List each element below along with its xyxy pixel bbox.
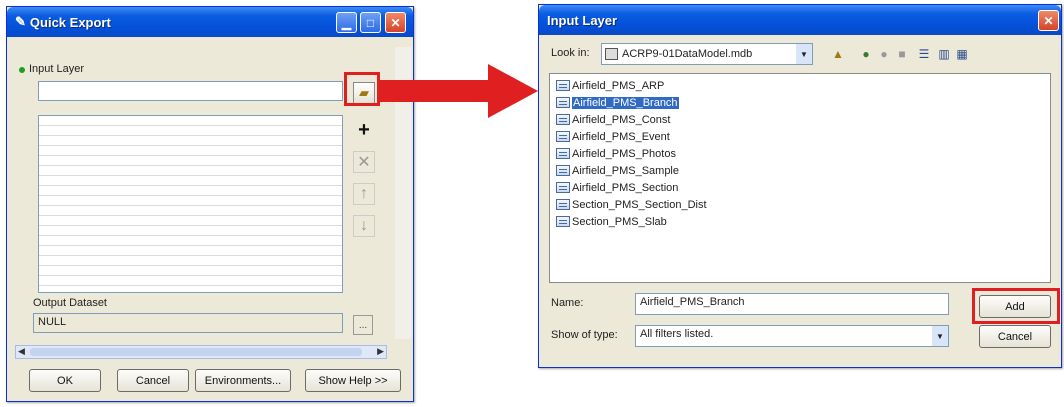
table-icon (556, 165, 570, 176)
list-item[interactable]: Airfield_PMS_Photos (556, 146, 676, 161)
list-item[interactable]: Airfield_PMS_Event (556, 129, 670, 144)
minimize-button[interactable]: ▁ (336, 12, 357, 33)
list-view-icon[interactable]: ☰ (915, 45, 933, 63)
maximize-button[interactable]: □ (360, 12, 381, 33)
look-in-value: ACRP9-01DataModel.mdb (622, 48, 753, 60)
table-icon (556, 148, 570, 159)
output-browse-button[interactable]: ... (353, 315, 373, 335)
file-list[interactable]: Airfield_PMS_ARP Airfield_PMS_Branch Air… (549, 73, 1051, 283)
table-icon (556, 80, 570, 91)
details-view-icon[interactable]: ▥ (935, 45, 953, 63)
list-item[interactable]: Section_PMS_Slab (556, 214, 667, 229)
disconnect-folder-icon[interactable]: ● (875, 45, 893, 63)
remove-x-icon[interactable]: ✕ (353, 151, 375, 173)
table-icon (556, 97, 570, 108)
input-layer-field[interactable] (38, 81, 343, 101)
chevron-down-icon[interactable]: ▼ (932, 326, 948, 346)
show-type-value: All filters listed. (640, 328, 714, 340)
up-folder-icon[interactable]: ▲ (829, 45, 847, 63)
scroll-right-icon[interactable]: ▶ (377, 346, 384, 357)
dialog-cancel-button[interactable]: Cancel (979, 325, 1051, 348)
ok-button[interactable]: OK (29, 369, 101, 392)
show-type-dropdown[interactable]: All filters listed. ▼ (635, 325, 949, 347)
list-rows (39, 116, 342, 292)
scroll-thumb[interactable] (30, 348, 362, 356)
list-item[interactable]: Airfield_PMS_Sample (556, 163, 679, 178)
look-in-label: Look in: (551, 47, 590, 59)
move-up-icon[interactable]: ↑ (353, 183, 375, 205)
quick-export-titlebar[interactable]: ✎ Quick Export ▁ □ ✕ (7, 7, 413, 37)
chevron-down-icon[interactable]: ▼ (796, 44, 812, 64)
list-item[interactable]: Airfield_PMS_Section (556, 180, 678, 195)
input-layer-list[interactable] (38, 115, 343, 293)
list-item[interactable]: Airfield_PMS_Const (556, 112, 670, 127)
name-field[interactable]: Airfield_PMS_Branch (635, 293, 949, 315)
quick-export-window: ✎ Quick Export ▁ □ ✕ Input Layer ▰ + ✕ ↑… (6, 6, 414, 402)
table-icon (556, 182, 570, 193)
app-icon: ✎ (15, 14, 26, 29)
vertical-scrollbar[interactable] (395, 47, 411, 339)
table-icon (556, 199, 570, 210)
list-item[interactable]: Section_PMS_Section_Dist (556, 197, 707, 212)
add-plus-icon[interactable]: + (353, 119, 375, 141)
horizontal-scrollbar[interactable]: ◀ ▶ (15, 345, 387, 359)
arrow-head (488, 64, 538, 118)
connect-folder-icon[interactable]: ● (857, 45, 875, 63)
output-dataset-field[interactable]: NULL (33, 313, 343, 333)
cancel-button[interactable]: Cancel (117, 369, 189, 392)
browse-highlight-box (344, 72, 380, 106)
database-icon (605, 48, 618, 60)
input-layer-label: Input Layer (29, 63, 85, 75)
table-icon (556, 131, 570, 142)
look-in-dropdown[interactable]: ACRP9-01DataModel.mdb ▼ (601, 43, 813, 65)
window-title: Quick Export (29, 14, 111, 30)
table-icon (556, 114, 570, 125)
close-button[interactable]: ✕ (385, 12, 406, 33)
output-dataset-label: Output Dataset (33, 297, 107, 309)
thumbnails-view-icon[interactable]: ▦ (953, 45, 971, 63)
add-highlight-box (972, 288, 1060, 324)
list-item-selected[interactable]: Airfield_PMS_Branch (556, 95, 679, 110)
list-item[interactable]: Airfield_PMS_ARP (556, 78, 664, 93)
new-folder-icon[interactable]: ■ (893, 45, 911, 63)
show-help-button[interactable]: Show Help >> (305, 369, 401, 392)
name-label: Name: (551, 297, 584, 309)
table-icon (556, 216, 570, 227)
show-type-label: Show of type: (551, 329, 618, 341)
input-layer-titlebar[interactable]: Input Layer ✕ (539, 5, 1061, 35)
move-down-icon[interactable]: ↓ (353, 215, 375, 237)
environments-button[interactable]: Environments... (195, 369, 291, 392)
dialog-close-button[interactable]: ✕ (1038, 10, 1059, 31)
required-dot-icon (19, 67, 25, 73)
scroll-left-icon[interactable]: ◀ (18, 346, 25, 357)
dialog-title: Input Layer (547, 12, 618, 28)
